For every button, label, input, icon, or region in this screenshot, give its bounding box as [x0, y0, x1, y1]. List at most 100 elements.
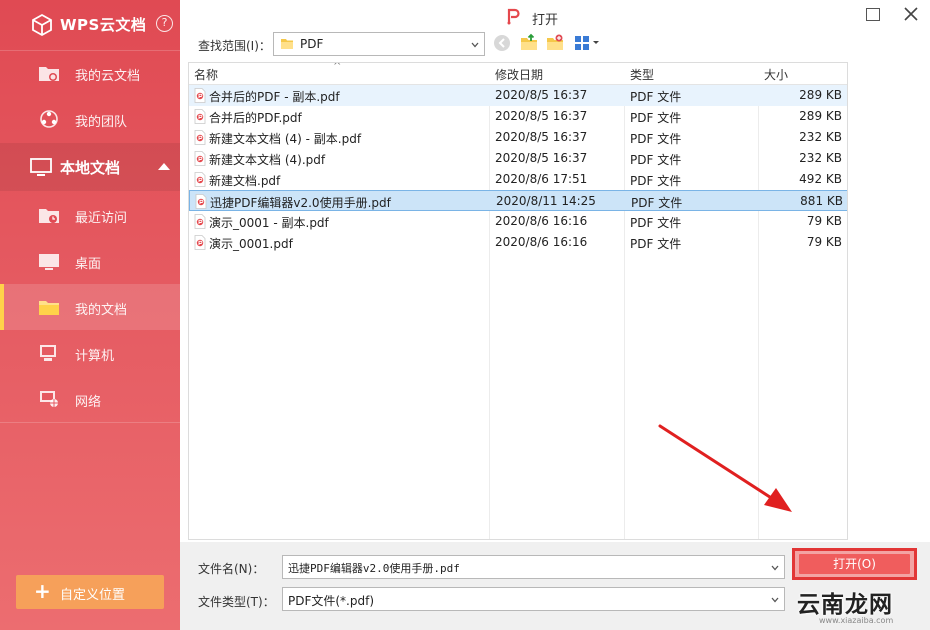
dialog-title: 打开 [532, 13, 559, 28]
file-row[interactable]: 合并后的PDF.pdf 2020/8/5 16:37 PDF 文件 289 KB [189, 106, 847, 127]
file-row[interactable]: 迅捷PDF编辑器v2.0使用手册.pdf 2020/8/11 14:25 PDF 文… [189, 190, 847, 211]
sidebar-item-desktop[interactable]: 桌面 [0, 238, 180, 284]
team-icon [40, 110, 58, 128]
file-name-cell: 合并后的PDF.pdf [209, 111, 302, 125]
sidebar-item-recent[interactable]: 最近访问 [0, 192, 180, 238]
file-name-cell: 演示_0001.pdf [209, 237, 293, 251]
desktop-icon [39, 254, 59, 270]
file-type-cell: PDF 文件 [630, 153, 682, 167]
file-type-cell: PDF 文件 [630, 237, 682, 251]
pdf-file-icon [194, 235, 206, 250]
pdf-file-icon [194, 130, 206, 145]
sidebar-divider [0, 422, 180, 423]
file-name-cell: 合并后的PDF - 副本.pdf [209, 90, 340, 104]
open-button[interactable]: 打开(O) [799, 554, 910, 574]
file-type-cell: PDF 文件 [631, 196, 683, 210]
sidebar-item-label: 最近访问 [75, 211, 128, 226]
pdf-file-icon [194, 151, 206, 166]
file-size-cell: 881 KB [800, 194, 843, 208]
file-row[interactable]: 合并后的PDF - 副本.pdf 2020/8/5 16:37 PDF 文件 289 … [189, 85, 847, 106]
file-row[interactable]: 演示_0001.pdf 2020/8/6 16:16 PDF 文件 79 KB [189, 232, 847, 253]
chevron-down-icon [771, 597, 779, 603]
file-type-cell: PDF 文件 [630, 90, 682, 104]
sidebar-item-label: 我的云文档 [75, 69, 141, 84]
brand-header: WPS云文档 ? [0, 0, 180, 50]
up-folder-icon[interactable] [519, 33, 539, 53]
file-date-cell: 2020/8/11 14:25 [496, 194, 596, 208]
file-row[interactable]: 新建文本文档 (4) - 副本.pdf 2020/8/5 16:37 PDF 文件 2… [189, 127, 847, 148]
look-in-dropdown[interactable]: PDF [273, 32, 485, 56]
sidebar-item-computer[interactable]: 计算机 [0, 330, 180, 376]
pdf-file-icon [194, 88, 206, 103]
column-header-type[interactable]: 类型 [630, 66, 654, 83]
file-date-cell: 2020/8/5 16:37 [495, 151, 588, 165]
file-size-cell: 79 KB [806, 235, 842, 249]
file-name-cell: 演示_0001 - 副本.pdf [209, 216, 329, 230]
file-name-cell: 新建文档.pdf [209, 174, 281, 188]
custom-location-button[interactable]: + 自定义位置 [16, 575, 164, 609]
list-header: ^ 名称 修改日期 类型 大小 [189, 63, 847, 85]
pdf-file-icon [194, 214, 206, 229]
file-name-value: 迅捷PDF编辑器v2.0使用手册.pdf [288, 562, 460, 575]
plus-icon: + [34, 579, 51, 603]
local-docs-section[interactable]: 本地文档 [0, 143, 180, 191]
chevron-down-icon [471, 42, 479, 48]
file-name-input[interactable]: 迅捷PDF编辑器v2.0使用手册.pdf [282, 555, 785, 579]
cloud-folder-icon [39, 67, 59, 81]
file-size-cell: 492 KB [799, 172, 842, 186]
file-size-cell: 232 KB [799, 151, 842, 165]
custom-location-label: 自定义位置 [60, 588, 126, 603]
back-icon[interactable] [492, 33, 512, 53]
pdf-file-icon [194, 172, 206, 187]
file-row[interactable]: 新建文本文档 (4).pdf 2020/8/5 16:37 PDF 文件 232 KB [189, 148, 847, 169]
new-folder-icon[interactable] [545, 33, 565, 53]
column-header-date[interactable]: 修改日期 [495, 66, 543, 83]
file-size-cell: 79 KB [806, 214, 842, 228]
sidebar-item-label: 桌面 [75, 257, 102, 272]
file-list[interactable]: ^ 名称 修改日期 类型 大小 合并后的PDF - 副本.pdf 2020/8/5… [188, 62, 848, 540]
maximize-button[interactable] [856, 0, 888, 28]
file-date-cell: 2020/8/6 16:16 [495, 235, 588, 249]
sidebar-item-label: 计算机 [75, 349, 115, 364]
computer-icon [40, 345, 56, 361]
pdf-file-icon [195, 194, 207, 209]
file-name-cell: 新建文本文档 (4).pdf [209, 153, 326, 167]
sidebar-item-network[interactable]: 网络 [0, 376, 180, 422]
file-date-cell: 2020/8/6 16:16 [495, 214, 588, 228]
sidebar-item-my-documents[interactable]: 我的文档 [0, 284, 180, 330]
file-type-cell: PDF 文件 [630, 174, 682, 188]
sidebar-item-my-team[interactable]: 我的团队 [0, 96, 180, 142]
file-type-cell: PDF 文件 [630, 111, 682, 125]
file-type-cell: PDF 文件 [630, 216, 682, 230]
file-row[interactable]: 新建文档.pdf 2020/8/6 17:51 PDF 文件 492 KB [189, 169, 847, 190]
sidebar-item-label: 我的团队 [75, 115, 128, 130]
view-menu-icon[interactable] [573, 33, 601, 53]
chevron-down-icon[interactable] [771, 564, 779, 572]
file-name-cell: 新建文本文档 (4) - 副本.pdf [209, 132, 362, 146]
column-header-size[interactable]: 大小 [764, 66, 788, 83]
open-button-highlight: 打开(O) [792, 548, 917, 580]
file-date-cell: 2020/8/5 16:37 [495, 109, 588, 123]
file-date-cell: 2020/8/5 16:37 [495, 88, 588, 102]
file-size-cell: 289 KB [799, 88, 842, 102]
folder-icon [39, 301, 59, 315]
sidebar-item-label: 我的文档 [75, 303, 128, 318]
file-type-dropdown[interactable]: PDF文件(*.pdf) [282, 587, 785, 611]
file-size-cell: 289 KB [799, 109, 842, 123]
file-name-cell: 迅捷PDF编辑器v2.0使用手册.pdf [210, 196, 391, 210]
file-row[interactable]: 演示_0001 - 副本.pdf 2020/8/6 16:16 PDF 文件 79 K… [189, 211, 847, 232]
monitor-icon [30, 158, 52, 176]
wps-pdf-logo-icon [507, 8, 520, 25]
recent-folder-icon [39, 209, 59, 223]
help-icon[interactable]: ? [156, 15, 173, 32]
file-size-cell: 232 KB [799, 130, 842, 144]
close-button[interactable] [892, 0, 930, 28]
local-docs-label: 本地文档 [60, 159, 121, 177]
column-header-name[interactable]: 名称 [194, 66, 218, 83]
collapse-caret-icon[interactable] [158, 163, 170, 170]
pdf-file-icon [194, 109, 206, 124]
watermark-logo: 云南龙网 www.xiazaiba.com [797, 585, 927, 627]
watermark-text: 云南龙网 [797, 592, 893, 618]
sidebar-item-my-cloud-docs[interactable]: 我的云文档 [0, 50, 180, 96]
watermark-url: www.xiazaiba.com [819, 616, 894, 625]
